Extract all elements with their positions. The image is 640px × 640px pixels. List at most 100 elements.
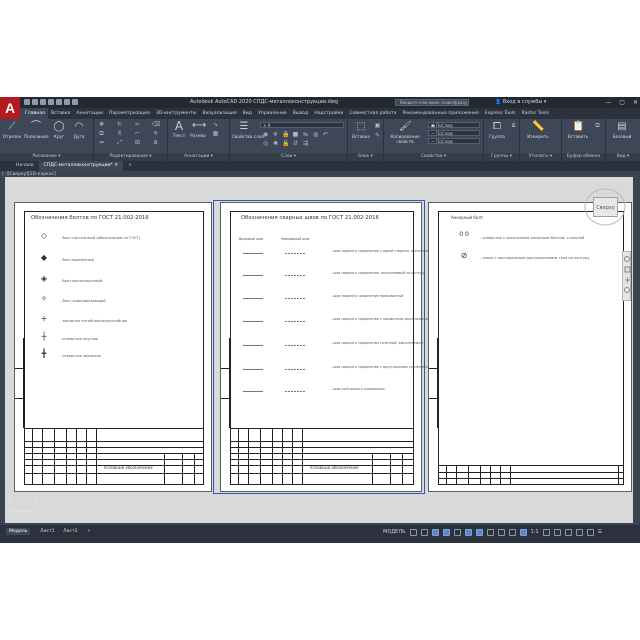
move-icon[interactable]: ✥ (98, 122, 105, 128)
tab-addins[interactable]: Надстройки (311, 108, 346, 119)
panel-groups-label[interactable]: Группы ▾ (484, 153, 519, 161)
paste-button[interactable]: 📋 Вставить (565, 121, 591, 139)
layer-dropdown[interactable]: ☀ 0 (260, 122, 344, 128)
base-view-button[interactable]: ▤ Базовый (609, 121, 635, 139)
print-icon[interactable] (56, 99, 62, 105)
redo-icon[interactable] (72, 99, 78, 105)
mirror-icon[interactable]: ⫴ (116, 131, 123, 137)
isodraft-icon[interactable] (453, 528, 461, 536)
fillet-icon[interactable]: ⌐ (134, 131, 141, 137)
layout-tab-sheet1[interactable]: Лист1 (40, 528, 55, 535)
create-block-icon[interactable]: ▣ (374, 123, 381, 129)
search-input[interactable]: Введите ключевое слово/фразу (395, 99, 469, 106)
layer-previous-icon[interactable]: ↶ (322, 132, 329, 138)
snap-icon[interactable] (420, 528, 428, 536)
clean-screen-icon[interactable] (586, 528, 594, 536)
measure-button[interactable]: 📏 Измерить (524, 121, 552, 139)
polar-icon[interactable] (442, 528, 450, 536)
object-tracking-icon[interactable] (475, 528, 483, 536)
file-tab-start[interactable]: Начало (0, 161, 39, 171)
offset-icon[interactable]: ⧈ (152, 140, 159, 146)
linetype-dropdown[interactable]: — ПоСлою (428, 130, 480, 136)
hardware-acceleration-icon[interactable] (575, 528, 583, 536)
undo-icon[interactable] (64, 99, 70, 105)
save-as-icon[interactable] (48, 99, 54, 105)
ortho-icon[interactable] (431, 528, 439, 536)
text-tool-button[interactable]: A Текст (171, 120, 187, 138)
erase-icon[interactable]: ⌫ (152, 122, 160, 128)
tab-insert[interactable]: Вставка (48, 108, 73, 119)
minimize-icon[interactable]: — (605, 97, 611, 108)
edit-block-icon[interactable]: ✎ (374, 133, 381, 139)
line-tool-button[interactable]: ⟋ Отрезок (2, 121, 22, 139)
tab-home[interactable]: Главная (22, 108, 48, 119)
group-button[interactable]: ⧠ Группа (487, 121, 507, 139)
maximize-icon[interactable]: ▢ (619, 97, 625, 108)
copy-clip-icon[interactable]: ⧉ (594, 123, 601, 129)
workspace-gear-icon[interactable] (542, 528, 550, 536)
table-icon[interactable]: ▦ (212, 131, 219, 137)
grid-icon[interactable] (409, 528, 417, 536)
tab-manage[interactable]: Управление (255, 108, 290, 119)
match-properties-button[interactable]: 🖌 Копирование свойств (386, 121, 424, 144)
tab-raster-tools[interactable]: Raster Tools (519, 108, 553, 119)
stretch-icon[interactable]: ⇔ (98, 140, 105, 146)
array-icon[interactable]: ⊞ (134, 140, 141, 146)
layer-merge-icon[interactable]: ⇶ (302, 141, 309, 147)
panel-utilities-label[interactable]: Утилиты ▾ (520, 153, 561, 161)
layer-lock-icon[interactable]: 🔒 (282, 132, 289, 138)
layer-match-icon[interactable]: ⇆ (302, 132, 309, 138)
new-tab-button[interactable]: + (123, 161, 137, 171)
customize-menu-icon[interactable]: ☰ (598, 529, 602, 535)
tab-parametric[interactable]: Параметризация (106, 108, 153, 119)
panel-block-label[interactable]: Блок ▾ (348, 153, 383, 161)
tab-featured-apps[interactable]: Рекомендованные приложения (400, 108, 482, 119)
new-icon[interactable] (24, 99, 30, 105)
navigation-bar[interactable] (622, 251, 631, 301)
open-icon[interactable] (32, 99, 38, 105)
layer-unlock-icon[interactable]: 🔓 (282, 141, 289, 147)
tab-collaborate[interactable]: Совместная работа (346, 108, 399, 119)
lineweight-icon[interactable] (486, 528, 494, 536)
annotation-visibility-icon[interactable] (519, 528, 527, 536)
close-icon[interactable]: ✕ (633, 97, 638, 108)
layer-properties-button[interactable]: ☰ Свойства слоя (232, 121, 264, 139)
tab-3d-tools[interactable]: 3D-инструменты (153, 108, 200, 119)
polyline-tool-button[interactable]: ⌒ Полилиния (24, 121, 49, 139)
model-space-toggle[interactable]: МОДЕЛЬ (383, 529, 406, 535)
autocad-logo-icon[interactable]: A (0, 97, 20, 119)
annotation-monitor-icon[interactable] (553, 528, 561, 536)
layout-tab-sheet2[interactable]: Лист2 (63, 528, 78, 535)
ungroup-icon[interactable]: ⧇ (510, 123, 517, 129)
tab-output[interactable]: Вывод (290, 108, 311, 119)
add-layout-button[interactable]: + (87, 528, 91, 535)
layout-tab-model[interactable]: Модель (6, 528, 31, 535)
file-tab-current[interactable]: СПДС-металлоконструкции* ✕ (38, 161, 124, 171)
annotation-scale[interactable]: 1:1 (531, 529, 539, 535)
tab-annotate[interactable]: Аннотации (73, 108, 106, 119)
viewcube[interactable]: Сверху (583, 185, 628, 230)
drawing-area[interactable]: [–][Сверху][2D-каркас] Обозначения болто… (0, 171, 640, 525)
panel-view-label[interactable]: Вид ▾ (606, 153, 640, 161)
arc-tool-button[interactable]: ◠ Дуга (70, 121, 88, 139)
panel-layers-label[interactable]: Слои ▾ (230, 153, 347, 161)
panel-annotation-label[interactable]: Аннотации ▾ (168, 153, 229, 161)
leader-icon[interactable]: ↘ (212, 122, 219, 128)
scale-icon[interactable]: ⤢ (116, 140, 123, 146)
layer-freeze-icon[interactable]: ❄ (272, 132, 279, 138)
save-icon[interactable] (40, 99, 46, 105)
signin-button[interactable]: 👤 Вход в службы ▾ (495, 97, 546, 108)
selection-cycling-icon[interactable] (508, 528, 516, 536)
close-tab-icon[interactable]: ✕ (114, 163, 118, 168)
layer-walk-icon[interactable]: ⇵ (292, 141, 299, 147)
layer-thaw-icon[interactable]: ✺ (272, 141, 279, 147)
panel-modify-label[interactable]: Редактирование ▾ (94, 153, 167, 161)
tab-visualize[interactable]: Визуализация (199, 108, 239, 119)
copy-icon[interactable]: ⧉ (98, 131, 105, 137)
trim-icon[interactable]: ✂ (134, 122, 141, 128)
layer-color-icon[interactable]: ■ (292, 132, 299, 138)
panel-clipboard-label[interactable]: Буфер обмена (562, 153, 605, 161)
transparency-icon[interactable] (497, 528, 505, 536)
color-dropdown[interactable]: ■ ПоСлою (428, 122, 480, 128)
object-snap-icon[interactable] (464, 528, 472, 536)
